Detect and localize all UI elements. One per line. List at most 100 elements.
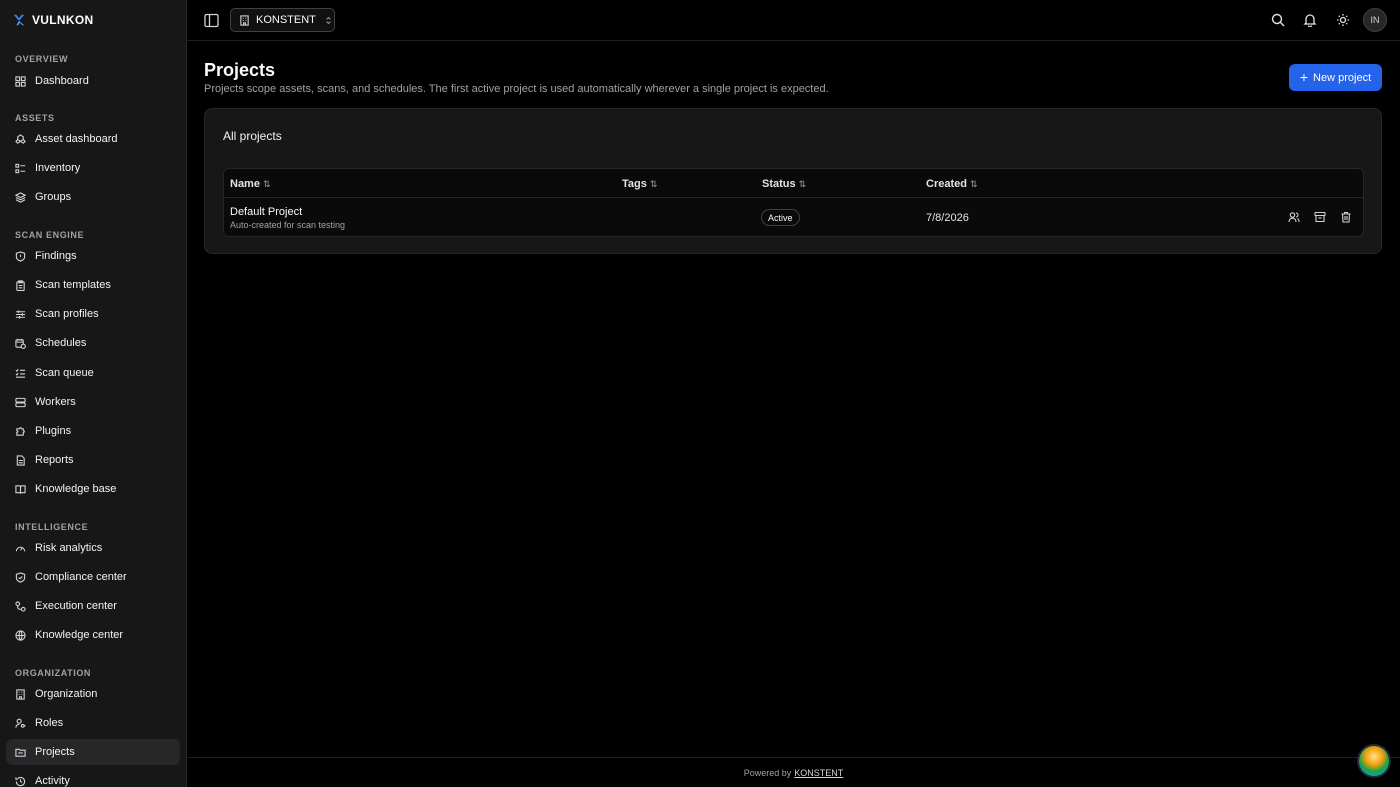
- book-open-icon: [15, 484, 26, 494]
- building-icon: [240, 14, 249, 26]
- sidebar-item-reports[interactable]: Reports: [6, 447, 180, 473]
- column-label: Created: [926, 178, 967, 190]
- new-project-label: New project: [1313, 71, 1372, 84]
- created-date: 7/8/2026: [926, 212, 969, 224]
- sort-icon: ⇅: [649, 178, 658, 189]
- sidebar-item-label: Execution center: [35, 600, 117, 612]
- users-icon[interactable]: [1288, 211, 1300, 223]
- status-badge: Active: [761, 209, 800, 226]
- column-name[interactable]: Name ⇅: [230, 178, 271, 190]
- workflow-icon: [15, 600, 26, 612]
- sidebar-item-asset-dashboard[interactable]: Asset dashboard: [6, 126, 180, 152]
- project-subtitle: Auto-created for scan testing: [230, 220, 346, 230]
- sun-icon[interactable]: [1336, 13, 1350, 27]
- avatar[interactable]: IN: [1363, 8, 1387, 32]
- sidebar-item-projects[interactable]: Projects: [6, 739, 180, 765]
- file-text-icon: [16, 454, 25, 466]
- sidebar-item-label: Workers: [35, 396, 76, 408]
- column-tags[interactable]: Tags ⇅: [622, 178, 657, 190]
- sidebar-item-label: Dashboard: [35, 75, 89, 87]
- sidebar-item-scan-profiles[interactable]: Scan profiles: [6, 301, 180, 327]
- card-title: All projects: [223, 129, 282, 143]
- list-icon: [15, 163, 26, 173]
- section-organization: ORGANIZATION: [15, 668, 92, 678]
- column-status[interactable]: Status ⇅: [762, 178, 806, 190]
- column-created[interactable]: Created ⇅: [926, 178, 978, 190]
- building-icon: [16, 688, 25, 700]
- org-switcher[interactable]: KONSTENT: [230, 8, 335, 32]
- archive-icon[interactable]: [1314, 211, 1326, 223]
- section-scan-engine: SCAN ENGINE: [15, 230, 85, 240]
- sidebar-item-label: Inventory: [35, 162, 81, 174]
- column-label: Tags: [622, 178, 647, 190]
- folder-icon: [15, 748, 26, 757]
- clipboard-icon: [16, 279, 25, 291]
- list-checks-icon: [15, 368, 26, 378]
- sidebar-item-compliance-center[interactable]: Compliance center: [6, 564, 180, 590]
- sidebar-item-knowledge-base[interactable]: Knowledge base: [6, 476, 180, 502]
- plus-icon: +: [1299, 69, 1309, 85]
- sidebar-item-label: Scan templates: [35, 279, 111, 291]
- shield-alert-icon: [15, 250, 26, 262]
- sidebar: VULNKON OVERVIEW Dashboard ASSETS Asset …: [0, 0, 187, 787]
- table-header: Name ⇅ Tags ⇅ Status ⇅ Created ⇅: [224, 169, 1363, 198]
- bell-icon[interactable]: [1303, 13, 1317, 27]
- sort-icon: ⇅: [262, 178, 271, 189]
- sidebar-toggle-icon[interactable]: [204, 13, 219, 28]
- sidebar-item-activity[interactable]: Activity: [6, 768, 180, 787]
- sidebar-item-label: Projects: [35, 746, 75, 758]
- sidebar-item-execution-center[interactable]: Execution center: [6, 593, 180, 619]
- new-project-button[interactable]: + New project: [1289, 64, 1382, 91]
- brand[interactable]: VULNKON: [0, 0, 186, 40]
- trash-icon[interactable]: [1340, 211, 1352, 223]
- sidebar-item-label: Knowledge center: [35, 629, 124, 641]
- topbar: KONSTENT IN: [187, 0, 1400, 41]
- sidebar-item-label: Compliance center: [35, 571, 127, 583]
- footer-prefix: Powered by: [743, 767, 792, 778]
- sidebar-item-knowledge-center[interactable]: Knowledge center: [6, 622, 180, 648]
- grid-icon: [15, 75, 26, 87]
- layers-icon: [15, 191, 26, 203]
- sidebar-item-label: Plugins: [35, 425, 72, 437]
- sidebar-item-label: Reports: [35, 454, 74, 466]
- sidebar-item-inventory[interactable]: Inventory: [6, 155, 180, 181]
- sidebar-item-label: Organization: [35, 688, 98, 700]
- sidebar-item-organization[interactable]: Organization: [6, 681, 180, 707]
- sidebar-item-schedules[interactable]: Schedules: [6, 330, 180, 356]
- footer-link[interactable]: KONSTENT: [794, 768, 843, 778]
- column-label: Status: [762, 178, 796, 190]
- org-name: KONSTENT: [256, 14, 316, 26]
- sidebar-item-label: Schedules: [35, 337, 87, 349]
- sidebar-item-findings[interactable]: Findings: [6, 243, 180, 269]
- page-description: Projects scope assets, scans, and schedu…: [204, 83, 829, 95]
- sidebar-item-dashboard[interactable]: Dashboard: [6, 68, 180, 94]
- section-assets: ASSETS: [15, 113, 55, 123]
- search-icon[interactable]: [1271, 13, 1285, 27]
- history-icon: [15, 776, 26, 786]
- sort-icon: ⇅: [798, 178, 807, 189]
- sidebar-item-label: Findings: [35, 250, 77, 262]
- boxes-icon: [15, 133, 26, 144]
- project-name[interactable]: Default Project: [230, 206, 302, 218]
- section-intelligence: INTELLIGENCE: [15, 522, 89, 532]
- sidebar-item-workers[interactable]: Workers: [6, 389, 180, 415]
- sidebar-item-scan-templates[interactable]: Scan templates: [6, 272, 180, 298]
- user-key-icon: [15, 718, 26, 728]
- sidebar-item-label: Groups: [35, 191, 72, 203]
- sidebar-item-groups[interactable]: Groups: [6, 184, 180, 210]
- sidebar-item-risk-analytics[interactable]: Risk analytics: [6, 535, 180, 561]
- sidebar-item-plugins[interactable]: Plugins: [6, 418, 180, 444]
- sort-icon: ⇅: [969, 178, 978, 189]
- sidebar-item-label: Risk analytics: [35, 542, 103, 554]
- sidebar-item-label: Scan profiles: [35, 308, 99, 320]
- sidebar-item-label: Knowledge base: [35, 483, 117, 495]
- footer: Powered by KONSTENT: [187, 757, 1400, 787]
- section-overview: OVERVIEW: [15, 54, 69, 64]
- projects-card: All projects Name ⇅ Tags ⇅ Status ⇅ Created…: [204, 108, 1382, 254]
- sidebar-item-roles[interactable]: Roles: [6, 710, 180, 736]
- sidebar-item-scan-queue[interactable]: Scan queue: [6, 360, 180, 386]
- assistant-avatar-button[interactable]: [1357, 744, 1391, 778]
- server-icon: [15, 397, 26, 407]
- column-label: Name: [230, 178, 260, 190]
- sidebar-item-label: Asset dashboard: [35, 133, 118, 145]
